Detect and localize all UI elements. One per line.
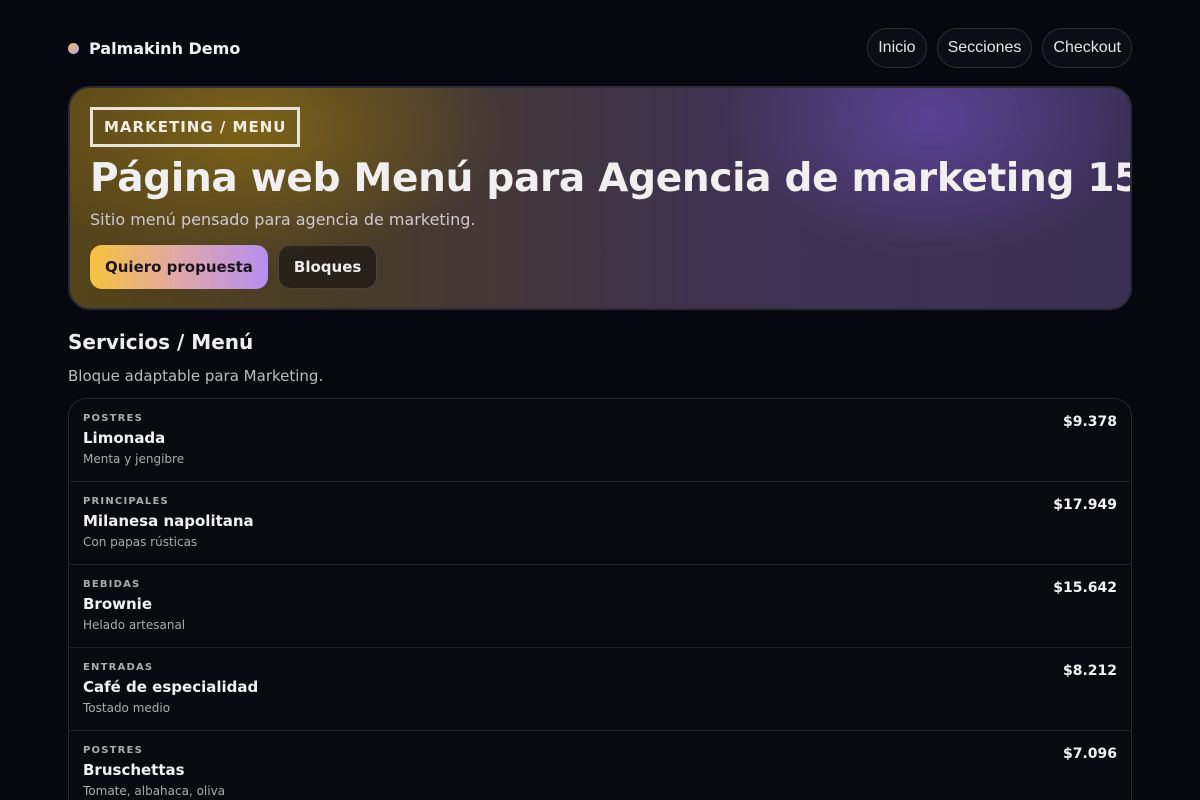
- hero-subtitle: Sitio menú pensado para agencia de marke…: [90, 210, 476, 229]
- menu-item-description: Tomate, albahaca, oliva: [83, 784, 226, 798]
- request-proposal-button[interactable]: Quiero propuesta: [90, 245, 268, 289]
- menu-item-price: $7.096: [1062, 746, 1117, 762]
- page: Palmakinh Demo Inicio Secciones Checkout…: [0, 0, 1200, 800]
- menu-item-name: Milanesa napolitana: [83, 512, 254, 530]
- menu-item-name: Limonada: [83, 429, 166, 447]
- menu-item-price: $15.642: [1053, 580, 1117, 596]
- section-title: Servicios / Menú: [68, 330, 254, 354]
- menu-item-description: Tostado medio: [83, 701, 171, 715]
- brand-logo-dot-icon: [68, 42, 79, 54]
- top-bar: Palmakinh Demo Inicio Secciones Checkout: [68, 28, 1132, 68]
- menu-item-category: POSTRES: [83, 745, 143, 756]
- nav-item-inicio[interactable]: Inicio: [867, 28, 927, 68]
- menu-item-description: Menta y jengibre: [83, 452, 185, 466]
- menu-item-name: Brownie: [83, 595, 152, 613]
- nav-item-secciones[interactable]: Secciones: [936, 28, 1033, 68]
- menu-item-category: BEBIDAS: [83, 579, 141, 590]
- hero-actions: Quiero propuesta Bloques: [90, 245, 378, 289]
- brand[interactable]: Palmakinh Demo: [68, 39, 240, 58]
- menu-item-category: PRINCIPALES: [83, 496, 169, 507]
- menu-item-price: $17.949: [1053, 497, 1117, 513]
- main-nav: Inicio Secciones Checkout: [867, 28, 1132, 68]
- menu-item-description: Helado artesanal: [83, 618, 186, 632]
- menu-item-name: Bruschettas: [83, 761, 185, 779]
- menu-item-name: Café de especialidad: [83, 678, 259, 696]
- menu-item[interactable]: PRINCIPALES Milanesa napolitana Con papa…: [69, 482, 1131, 565]
- hero-tag: MARKETING / MENU: [90, 107, 301, 147]
- nav-item-checkout[interactable]: Checkout: [1042, 28, 1132, 68]
- brand-name: Palmakinh Demo: [89, 38, 241, 58]
- menu-item-category: ENTRADAS: [83, 662, 154, 673]
- menu-item[interactable]: POSTRES Limonada Menta y jengibre $9.378: [69, 399, 1131, 482]
- menu-item[interactable]: POSTRES Bruschettas Tomate, albahaca, ol…: [69, 731, 1131, 800]
- section-description: Bloque adaptable para Marketing.: [68, 367, 324, 385]
- hero-banner: MARKETING / MENU Página web Menú para Ag…: [68, 86, 1132, 310]
- menu-list: POSTRES Limonada Menta y jengibre $9.378…: [68, 398, 1132, 800]
- menu-item[interactable]: ENTRADAS Café de especialidad Tostado me…: [69, 648, 1131, 731]
- blocks-button[interactable]: Bloques: [277, 245, 378, 289]
- menu-item-description: Con papas rústicas: [83, 535, 198, 549]
- menu-item-price: $9.378: [1062, 414, 1117, 430]
- menu-item[interactable]: BEBIDAS Brownie Helado artesanal $15.642: [69, 565, 1131, 648]
- hero-title: Página web Menú para Agencia de marketin…: [90, 156, 1132, 201]
- menu-item-price: $8.212: [1062, 663, 1117, 679]
- menu-item-category: POSTRES: [83, 413, 143, 424]
